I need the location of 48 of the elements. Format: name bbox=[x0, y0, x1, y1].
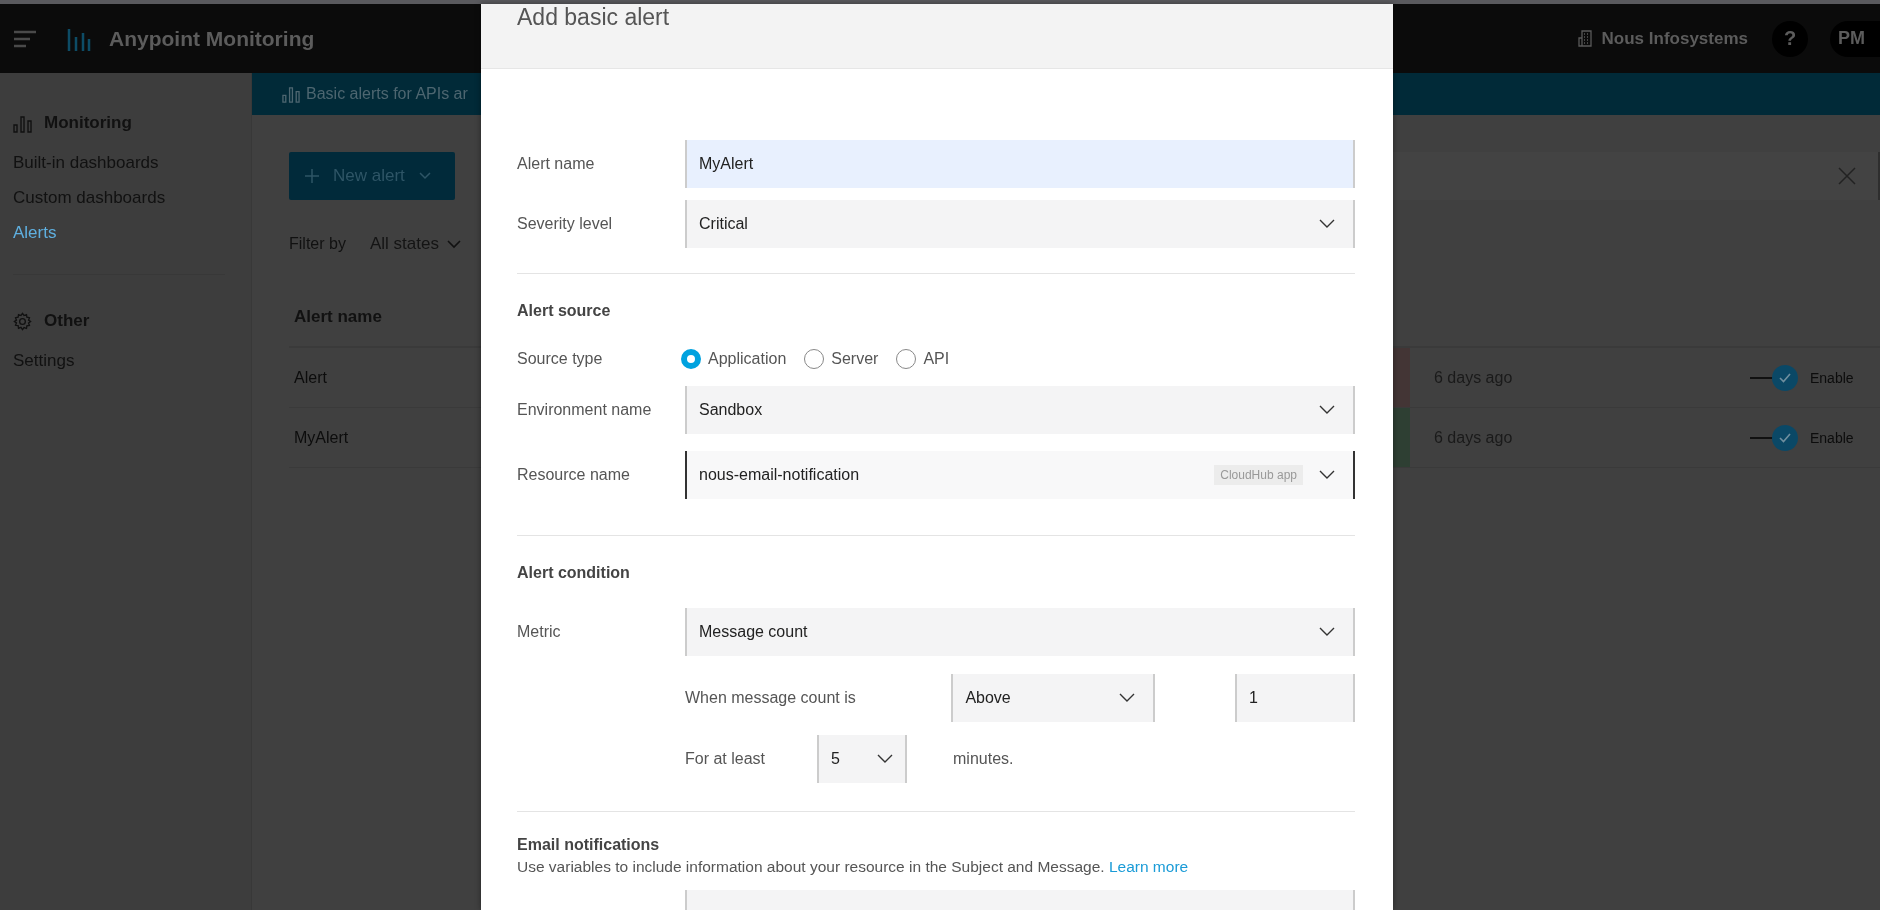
close-icon[interactable] bbox=[1838, 167, 1856, 185]
chevron-down-icon bbox=[446, 239, 461, 249]
resource-input[interactable]: nous-email-notification bbox=[699, 466, 1205, 484]
field-label: Alert name bbox=[517, 155, 596, 173]
check-icon bbox=[1779, 432, 1791, 443]
field-label: When message count is bbox=[685, 689, 857, 707]
caret-icon bbox=[418, 172, 431, 180]
plus-icon bbox=[305, 169, 319, 183]
banner-text: Basic alerts for APIs ar bbox=[306, 85, 468, 103]
operator-select[interactable]: Above bbox=[951, 674, 1155, 722]
metric-select[interactable]: Message count bbox=[685, 608, 1355, 656]
section-heading: Email notifications bbox=[517, 836, 661, 854]
field-label: Severity level bbox=[517, 215, 614, 233]
sidebar-item[interactable]: Alerts bbox=[13, 215, 225, 250]
bar-chart-icon bbox=[13, 113, 32, 133]
chevron-down-icon bbox=[1119, 693, 1135, 703]
help-text: Use variables to include information about your resource in the Subject and Message. bbox=[517, 858, 1105, 875]
resource-type-tag: CloudHub app bbox=[1214, 465, 1303, 485]
alert-name-input[interactable]: MyAlert bbox=[685, 140, 1355, 188]
section-heading: Alert condition bbox=[517, 564, 631, 582]
chevron-down-icon bbox=[1319, 219, 1335, 229]
field-label: Resource name bbox=[517, 466, 631, 484]
environment-select[interactable]: Sandbox bbox=[685, 386, 1355, 434]
dialog-title: Add basic alert bbox=[517, 4, 670, 31]
duration-select[interactable]: 5 bbox=[817, 735, 907, 783]
gear-icon bbox=[13, 311, 32, 331]
app-title: Anypoint Monitoring bbox=[109, 26, 315, 51]
menu-icon[interactable] bbox=[14, 29, 36, 48]
radio-option[interactable]: API bbox=[896, 349, 950, 369]
chevron-down-icon bbox=[1319, 405, 1335, 415]
unit-label: minutes. bbox=[953, 750, 1014, 768]
field-label: Environment name bbox=[517, 401, 653, 419]
radio-option[interactable]: Application bbox=[681, 349, 787, 369]
chevron-down-icon bbox=[877, 754, 893, 764]
field-label: Metric bbox=[517, 622, 562, 642]
bar-chart-icon bbox=[282, 85, 300, 103]
resource-field[interactable]: nous-email-notification CloudHub app bbox=[685, 451, 1355, 499]
severity-select[interactable]: Critical bbox=[685, 200, 1355, 248]
chevron-down-icon bbox=[1319, 627, 1335, 637]
radio-option[interactable]: Server bbox=[804, 349, 879, 369]
section-heading: Alert source bbox=[517, 302, 612, 320]
field-label: For at least bbox=[685, 750, 767, 768]
field-label: Source type bbox=[517, 350, 604, 368]
building-icon bbox=[1577, 30, 1594, 47]
bar-chart-logo-icon bbox=[67, 26, 91, 51]
check-icon bbox=[1779, 372, 1791, 383]
threshold-input[interactable]: 1 bbox=[1235, 674, 1355, 722]
chevron-down-icon bbox=[1319, 470, 1335, 480]
